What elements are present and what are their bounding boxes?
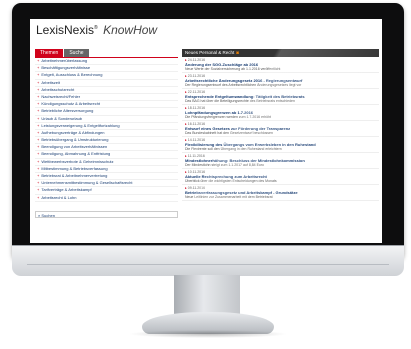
tree-item[interactable]: + Aufhebungsverträge & Abfindungen bbox=[35, 129, 178, 138]
tree-item-label: Tarifverträge & Arbeitskampf bbox=[41, 187, 92, 193]
news-header-title: Neues Personal & Recht bbox=[185, 50, 235, 55]
rss-icon[interactable]: ◙ bbox=[236, 50, 239, 55]
plus-icon: + bbox=[37, 58, 40, 63]
news-summary: Neue Leitlinien zur Zusammenarbeit mit d… bbox=[185, 195, 273, 199]
search-label: Suchen bbox=[41, 213, 55, 218]
news-item[interactable]: ▸18.11.2016 Lohnpfändungsgrenzen ab 1.7.2… bbox=[182, 105, 379, 121]
tree-item-label: Kündigungsschutz & Arbeitsrecht bbox=[41, 101, 101, 107]
app-logo[interactable]: LexisNexis® KnowHow bbox=[36, 23, 157, 37]
news-summary: Der Mindestlohn steigt zum 1.1.2017 auf … bbox=[185, 163, 264, 167]
tree-item[interactable]: + Beendigung von Arbeitsverhältnissen bbox=[35, 144, 178, 152]
tree-item-label: Entgelt, Ausschluss & Berechnung bbox=[41, 72, 103, 78]
tree-item-label: Arbeitsschutzrecht bbox=[41, 86, 75, 92]
plus-icon: + bbox=[37, 137, 40, 143]
tree-item-label: Wettbewerbsverbote & Geheimnisschutz bbox=[41, 158, 114, 164]
plus-icon: + bbox=[37, 79, 40, 85]
plus-icon: + bbox=[37, 158, 40, 164]
news-item[interactable]: ▸24.11.2016 Änderung der SGG-Zuschläge ab… bbox=[182, 57, 379, 73]
tree-item[interactable]: + Tarifverträge & Arbeitskampf bbox=[35, 187, 178, 195]
news-header: Neues Personal & Recht ◙ bbox=[182, 49, 379, 57]
news-summary: Die Pfändungsfreigrenzen werden zum 1.7.… bbox=[185, 115, 271, 119]
tree-item[interactable]: + Arbeitsrecht & Lohn bbox=[35, 195, 178, 202]
news-summary: Neue Werte der Sozialversicherung ab 1.1… bbox=[185, 67, 281, 71]
tree-item-label: Arbeitszeit bbox=[41, 79, 61, 85]
news-item[interactable]: ▸14.11.2016 Flexibilisierung des Übergang… bbox=[182, 137, 379, 153]
plus-icon: + bbox=[37, 108, 40, 114]
news-item[interactable]: ▸16.11.2016 Entwurf eines Gesetzes zur Fö… bbox=[182, 121, 379, 137]
tree-item-label: Beendigung, Abmahnung & Entfristung bbox=[41, 151, 111, 157]
floor-shadow bbox=[128, 330, 288, 338]
logo-trademark: ® bbox=[94, 25, 98, 31]
plus-icon: + bbox=[37, 115, 40, 121]
plus-icon: + bbox=[37, 129, 40, 135]
plus-icon: + bbox=[37, 93, 40, 99]
tree-item-label: Betriebsrat & Arbeitnehmervertretung bbox=[41, 173, 108, 178]
news-panel: Neues Personal & Recht ◙ ▸24.11.2016 Änder… bbox=[182, 49, 379, 201]
tree-item[interactable]: + Arbeitnehmerüberlassung bbox=[35, 58, 178, 66]
tree-item[interactable]: + Unternehmensmitbestimmung & Gesellschaf… bbox=[35, 180, 178, 188]
search-link[interactable]: ⌕ Suchen bbox=[35, 211, 178, 218]
tree-item[interactable]: + Leistungsverweigerung & Entgeltfortzahl… bbox=[35, 123, 178, 130]
plus-icon: + bbox=[37, 173, 40, 178]
plus-icon: + bbox=[37, 151, 40, 157]
tree-item[interactable]: + Beschäftigungsverhältnisse bbox=[35, 65, 178, 73]
chin-divider bbox=[27, 264, 389, 265]
tree-item[interactable]: + Nachweisrecht/Fehler bbox=[35, 93, 178, 102]
plus-icon: + bbox=[37, 187, 40, 193]
monitor-chin bbox=[12, 245, 404, 276]
plus-icon: + bbox=[37, 72, 40, 78]
tree-item-label: Arbeitsrecht & Lohn bbox=[41, 194, 77, 200]
news-summary: Überblick über die wichtigsten Entscheid… bbox=[185, 179, 277, 183]
tab-themen[interactable]: Themen bbox=[35, 49, 64, 57]
news-summary: Das Bundeskabinett hat den Gesetzentwurf… bbox=[185, 131, 273, 135]
tree-item[interactable]: + Urlaub & Sonderurlaub bbox=[35, 116, 178, 123]
news-item[interactable]: ▸22.11.2016 Entsprechende Entgeltumwandlu… bbox=[182, 89, 379, 105]
news-list: ▸24.11.2016 Änderung der SGG-Zuschläge ab… bbox=[182, 57, 379, 201]
news-item[interactable]: ▸11.11.2016 Mindestlohnerhöhung: Beschlus… bbox=[182, 153, 379, 169]
tree-item-label: Unternehmensmitbestimmung & Gesellschaft… bbox=[41, 180, 133, 186]
screen: LexisNexis® KnowHow Themen Suche + Arbeit… bbox=[30, 19, 382, 243]
tree-item-label: Beschäftigungsverhältnisse bbox=[41, 65, 91, 71]
tree-item-label: Arbeitnehmerüberlassung bbox=[41, 58, 88, 63]
tree-item[interactable]: + Betriebsübergang & Umstrukturierung bbox=[35, 137, 178, 145]
tree-item[interactable]: + Betriebliche Altersversorgung bbox=[35, 108, 178, 116]
tree-item-label: Betriebsübergang & Umstrukturierung bbox=[41, 137, 109, 143]
news-summary: Die Flexirente soll den Übergang in den … bbox=[185, 147, 282, 151]
tree-item-label: Mitbestimmung & Betriebsverfassung bbox=[41, 165, 108, 171]
plus-icon: + bbox=[37, 144, 40, 150]
plus-icon: + bbox=[37, 101, 40, 107]
panel-tabs: Themen Suche bbox=[35, 49, 178, 57]
logo-vendor: LexisNexis bbox=[36, 23, 95, 37]
plus-icon: + bbox=[37, 165, 40, 171]
plus-icon: + bbox=[37, 65, 40, 71]
plus-icon: + bbox=[37, 194, 40, 200]
tree-item-label: Aufhebungsverträge & Abfindungen bbox=[41, 129, 105, 135]
tree-item-label: Beendigung von Arbeitsverhältnissen bbox=[41, 144, 108, 150]
news-item[interactable]: ▸10.11.2016 Aktuelle Rechtsprechung zum A… bbox=[182, 169, 379, 185]
news-item[interactable]: ▸09.11.2016 Betriebsverfassungsgesetz und… bbox=[182, 185, 379, 201]
topic-panel: Themen Suche + Arbeitnehmerüberlassung + Be… bbox=[35, 49, 178, 202]
plus-icon: + bbox=[37, 122, 40, 128]
tree-item-label: Nachweisrecht/Fehler bbox=[41, 93, 81, 99]
tree-item-label: Betriebliche Altersversorgung bbox=[41, 108, 94, 114]
tree-item[interactable]: + Mitbestimmung & Betriebsverfassung bbox=[35, 166, 178, 173]
tree-item[interactable]: + Arbeitsschutzrecht bbox=[35, 87, 178, 94]
news-item[interactable]: ▸23.11.2016 Arbeitsrechtliche Änderungsge… bbox=[182, 73, 379, 89]
tab-suche[interactable]: Suche bbox=[64, 49, 89, 57]
logo-product: KnowHow bbox=[103, 23, 158, 37]
tree-item-label: Leistungsverweigerung & Entgeltfortzahlu… bbox=[41, 122, 120, 128]
monitor-stand-neck bbox=[174, 275, 240, 315]
tree-item[interactable]: + Kündigungsschutz & Arbeitsrecht bbox=[35, 101, 178, 109]
tree-item[interactable]: + Arbeitszeit bbox=[35, 80, 178, 87]
tree-item[interactable]: + Wettbewerbsverbote & Geheimnisschutz bbox=[35, 159, 178, 166]
tree-item[interactable]: + Betriebsrat & Arbeitnehmervertretung bbox=[35, 173, 178, 181]
news-summary: Der Regierungsentwurf des Arbeitsrechtli… bbox=[185, 83, 302, 87]
tree-item[interactable]: + Entgelt, Ausschluss & Berechnung bbox=[35, 72, 178, 80]
plus-icon: + bbox=[37, 180, 40, 186]
topic-tree: + Arbeitnehmerüberlassung + Beschäftigungsv… bbox=[35, 57, 178, 202]
tree-item-label: Urlaub & Sonderurlaub bbox=[41, 115, 83, 121]
news-summary: Das BAG hat über die Beteiligungsrechte … bbox=[185, 99, 295, 103]
plus-icon: + bbox=[37, 86, 40, 92]
tree-item[interactable]: + Beendigung, Abmahnung & Entfristung bbox=[35, 151, 178, 159]
